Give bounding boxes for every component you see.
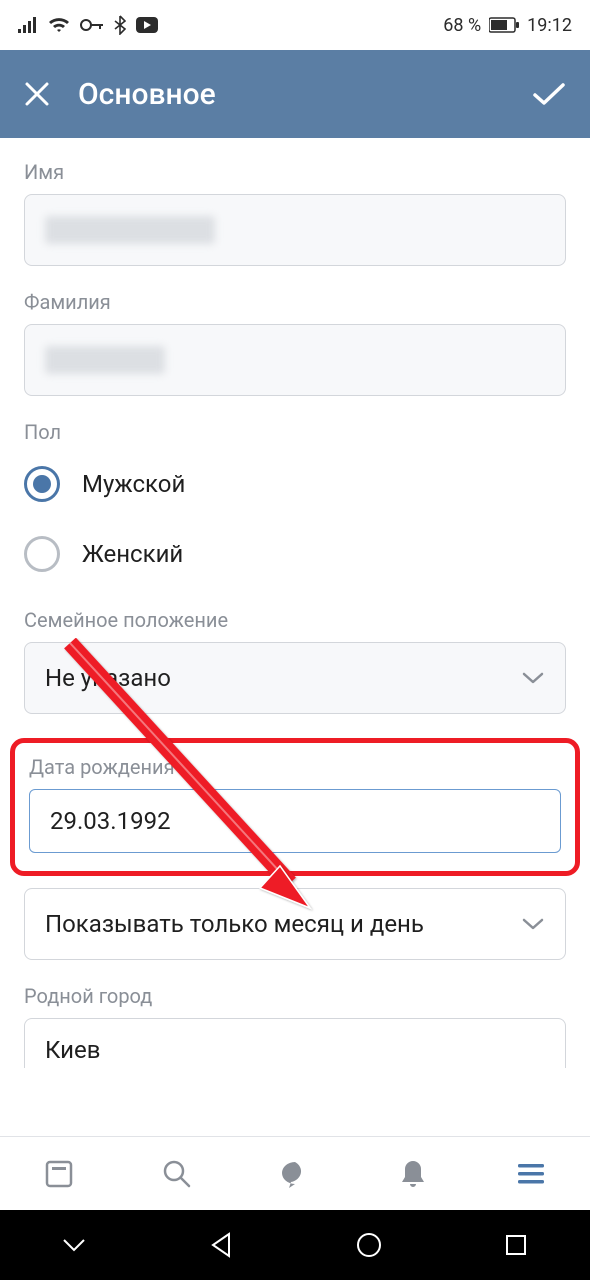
redacted-text	[45, 216, 215, 244]
hometown-label: Родной город	[24, 984, 566, 1008]
bottom-nav	[0, 1136, 590, 1210]
birthdate-highlight: Дата рождения 29.03.1992	[10, 738, 580, 876]
relationship-select[interactable]: Не указано	[24, 642, 566, 714]
gender-label: Пол	[24, 420, 566, 444]
key-icon	[80, 18, 104, 32]
relationship-value: Не указано	[45, 664, 171, 692]
nav-search[interactable]	[153, 1150, 201, 1198]
nav-feed[interactable]	[35, 1150, 83, 1198]
sys-home-icon[interactable]	[344, 1220, 394, 1270]
gender-female-option[interactable]: Женский	[24, 524, 566, 584]
birthdate-label: Дата рождения	[29, 755, 561, 779]
signal-icon	[18, 17, 38, 33]
battery-percent: 68 %	[443, 15, 481, 36]
statusbar: 68 % 19:12	[0, 0, 590, 50]
radio-selected-icon	[24, 466, 60, 502]
birthdate-value: 29.03.1992	[50, 807, 171, 835]
system-nav	[0, 1210, 590, 1280]
birthdate-visibility-value: Показывать только месяц и день	[45, 910, 424, 938]
redacted-text	[45, 346, 165, 374]
gender-female-label: Женский	[82, 540, 183, 568]
birthdate-visibility-select[interactable]: Показывать только месяц и день	[24, 888, 566, 960]
nav-messages[interactable]	[271, 1150, 319, 1198]
nav-notifications[interactable]	[389, 1150, 437, 1198]
chevron-down-icon	[521, 671, 545, 685]
gender-male-option[interactable]: Мужской	[24, 454, 566, 514]
birthdate-input[interactable]: 29.03.1992	[29, 789, 561, 853]
page-title: Основное	[78, 77, 216, 112]
surname-label: Фамилия	[24, 290, 566, 314]
wifi-icon	[48, 16, 70, 34]
relationship-label: Семейное положение	[24, 608, 566, 632]
bluetooth-icon	[114, 15, 126, 35]
name-input[interactable]	[24, 194, 566, 266]
surname-input[interactable]	[24, 324, 566, 396]
form-content: Имя Фамилия Пол Мужской Женский	[0, 138, 590, 1136]
hometown-select[interactable]: Киев	[24, 1018, 566, 1068]
sys-recent-icon[interactable]	[491, 1220, 541, 1270]
name-label: Имя	[24, 160, 566, 184]
sys-down-icon[interactable]	[49, 1220, 99, 1270]
appbar: Основное	[0, 50, 590, 138]
youtube-icon	[136, 17, 158, 33]
nav-menu[interactable]	[507, 1150, 555, 1198]
clock: 19:12	[527, 15, 572, 36]
radio-icon	[24, 536, 60, 572]
battery-icon	[489, 17, 519, 33]
chevron-down-icon	[521, 917, 545, 931]
close-icon[interactable]	[24, 81, 50, 107]
check-icon[interactable]	[532, 81, 566, 107]
hometown-value: Киев	[45, 1036, 100, 1064]
gender-male-label: Мужской	[82, 470, 185, 498]
sys-back-icon[interactable]	[196, 1220, 246, 1270]
